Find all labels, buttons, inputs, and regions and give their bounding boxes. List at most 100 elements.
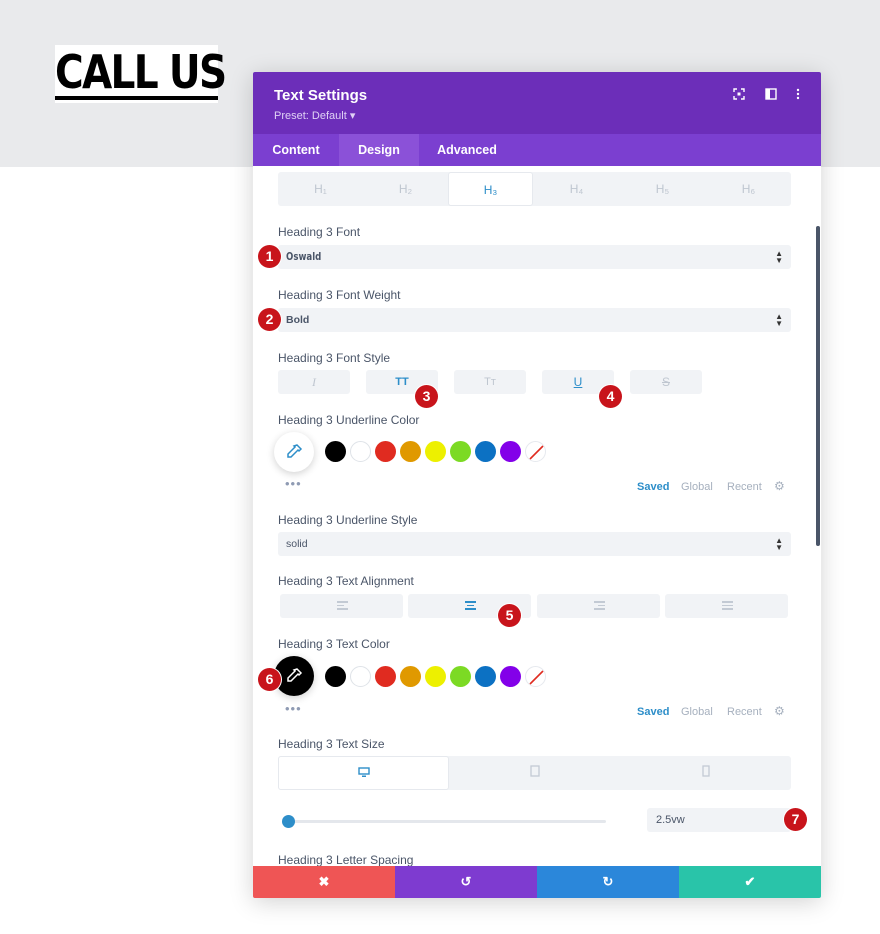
call-us-heading: CALL US [55,45,227,103]
eyedropper-icon [287,444,303,458]
desktop-tab[interactable] [278,756,449,790]
modal-footer: ✖ ↺ ↻ ✔ [253,866,821,898]
underline-color-label: Heading 3 Underline Color [278,413,420,427]
step-badge-7: 7 [784,808,807,831]
more-colors-dots[interactable]: ••• [285,476,302,491]
font-weight-label: Heading 3 Font Weight [278,288,401,302]
color-tab-saved[interactable]: Saved [637,706,669,718]
color-swatch[interactable] [450,441,471,462]
align-center-icon [464,601,476,612]
color-tab-recent[interactable]: Recent [727,706,762,718]
fullscreen-icon[interactable] [732,88,746,102]
gear-icon[interactable]: ⚙ [774,479,785,493]
modal-tabs: Content Design Advanced [253,134,821,166]
phone-tab[interactable] [620,756,791,790]
phone-icon [701,765,710,777]
underline-eyedropper-picker[interactable] [274,432,314,472]
no-color-swatch[interactable] [525,441,546,462]
text-size-input[interactable]: 2.5vw [647,808,791,832]
color-swatch[interactable] [500,666,521,687]
color-tab-saved[interactable]: Saved [637,481,669,493]
font-weight-select[interactable]: Bold ▲ ▼ [278,308,791,332]
select-arrows-icon: ▲ ▼ [775,536,783,552]
color-tab-global[interactable]: Global [681,706,713,718]
color-swatch[interactable] [400,666,421,687]
redo-button[interactable]: ↻ [537,866,679,898]
color-swatch[interactable] [400,441,421,462]
modal-header: Text Settings Preset: Default ▾ [253,72,821,134]
text-size-slider-track[interactable] [283,820,606,823]
font-select[interactable]: Oswald ▲ ▼ [278,245,791,269]
align-left-icon [336,601,348,612]
save-button[interactable]: ✔ [679,866,821,898]
modal-body[interactable]: H₁ H₂ H₃ H₄ H₅ H₆ Heading 3 Font Oswald … [253,166,821,866]
select-arrows-icon: ▲ ▼ [775,249,783,265]
small-caps-button[interactable]: Tт [454,370,526,394]
heading-tab-h4[interactable]: H₄ [534,172,619,206]
preset-selector[interactable]: Preset: Default ▾ [274,109,355,122]
tablet-icon [529,765,540,777]
underline-style-value: solid [286,538,308,550]
modal-scrollbar[interactable] [816,226,820,546]
color-swatch[interactable] [475,666,496,687]
step-badge-4: 4 [599,385,622,408]
split-view-icon[interactable] [764,88,778,102]
color-swatch[interactable] [375,441,396,462]
heading-tab-h5[interactable]: H₅ [620,172,705,206]
step-badge-3: 3 [415,385,438,408]
color-swatch[interactable] [425,666,446,687]
align-right-button[interactable] [537,594,660,618]
strikethrough-button[interactable]: S [630,370,702,394]
color-tab-global[interactable]: Global [681,481,713,493]
heading-tab-h6[interactable]: H₆ [706,172,791,206]
color-swatch[interactable] [325,441,346,462]
call-us-text: CALL US [55,45,227,99]
call-us-underline [55,96,218,100]
color-swatch[interactable] [325,666,346,687]
align-right-icon [593,601,605,612]
color-swatch[interactable] [350,666,371,687]
eyedropper-icon [287,668,303,682]
color-swatch[interactable] [375,666,396,687]
text-color-label: Heading 3 Text Color [278,637,390,651]
text-alignment-label: Heading 3 Text Alignment [278,574,414,588]
step-badge-1: 1 [258,245,281,268]
tab-advanced[interactable]: Advanced [419,134,515,166]
font-style-label: Heading 3 Font Style [278,351,391,365]
color-swatch[interactable] [500,441,521,462]
color-tab-recent[interactable]: Recent [727,481,762,493]
align-justify-button[interactable] [665,594,788,618]
italic-button[interactable]: I [278,370,350,394]
desktop-icon [357,767,370,777]
no-color-swatch[interactable] [525,666,546,687]
color-swatch[interactable] [450,666,471,687]
select-arrows-icon: ▲ ▼ [775,312,783,328]
heading-tab-h1[interactable]: H₁ [278,172,363,206]
more-colors-dots[interactable]: ••• [285,701,302,716]
step-badge-6: 6 [258,668,281,691]
align-left-button[interactable] [280,594,403,618]
text-settings-modal: Text Settings Preset: Default ▾ Content … [253,72,821,898]
heading-tab-h3[interactable]: H₃ [448,172,533,206]
tablet-tab[interactable] [449,756,620,790]
font-weight-value: Bold [286,314,310,326]
underline-style-label: Heading 3 Underline Style [278,513,418,527]
step-badge-2: 2 [258,308,281,331]
tab-design[interactable]: Design [339,134,419,166]
more-vertical-icon[interactable] [791,88,805,102]
color-swatch[interactable] [475,441,496,462]
gear-icon[interactable]: ⚙ [774,704,785,718]
color-swatch[interactable] [350,441,371,462]
device-tabs [278,756,791,790]
tab-content[interactable]: Content [253,134,339,166]
cancel-button[interactable]: ✖ [253,866,395,898]
text-size-slider-handle[interactable] [282,815,295,828]
align-justify-icon [721,601,733,612]
undo-button[interactable]: ↺ [395,866,537,898]
step-badge-5: 5 [498,604,521,627]
letter-spacing-label: Heading 3 Letter Spacing [278,853,414,866]
heading-tab-h2[interactable]: H₂ [363,172,448,206]
underline-style-select[interactable]: solid ▲ ▼ [278,532,791,556]
font-select-value: Oswald [286,251,322,263]
color-swatch[interactable] [425,441,446,462]
